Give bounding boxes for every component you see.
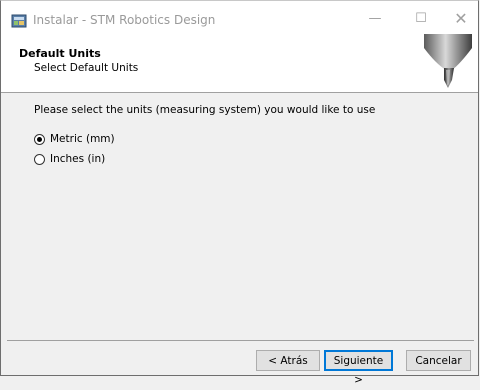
installer-window: Instalar - STM Robotics Design — ☐ ✕ Def… [0,0,479,386]
installer-app-icon [11,14,27,28]
wizard-header: Default Units Select Default Units [1,34,478,93]
next-button[interactable]: Siguiente > [324,350,393,386]
radio-inches[interactable] [34,153,45,165]
footer-divider [7,340,474,341]
window-title: Instalar - STM Robotics Design [33,13,216,27]
close-button[interactable]: ✕ [446,9,476,29]
option-metric-label[interactable]: Metric (mm) [50,133,115,145]
cancel-button[interactable]: Cancelar [406,350,471,371]
page-title: Default Units [19,47,101,60]
option-metric[interactable]: Metric (mm) [34,131,115,147]
maximize-button[interactable]: ☐ [406,9,436,29]
option-inches-label[interactable]: Inches (in) [50,153,105,165]
radio-metric[interactable] [34,133,45,145]
page-subtitle: Select Default Units [34,62,139,74]
option-inches[interactable]: Inches (in) [34,151,105,167]
back-button[interactable]: < Atrás [256,350,320,371]
minimize-button[interactable]: — [360,9,390,29]
title-bar: Instalar - STM Robotics Design — ☐ ✕ [1,1,478,34]
units-prompt: Please select the units (measuring syste… [34,104,376,116]
wizard-content: Please select the units (measuring syste… [1,93,478,339]
cutting-tool-icon [424,34,472,88]
